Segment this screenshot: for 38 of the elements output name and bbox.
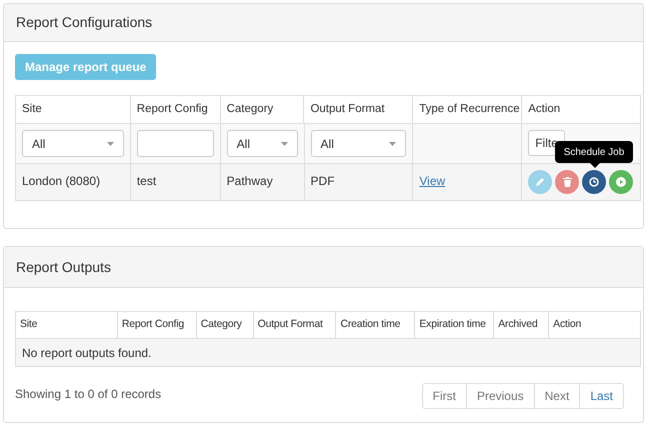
empty-message: No report outputs found. — [22, 344, 152, 362]
column-header: Category — [196, 312, 253, 338]
column-header: Site — [21, 102, 43, 117]
table-cell: Pathway — [220, 164, 304, 200]
filter-dropdown[interactable]: All — [226, 130, 298, 157]
column-header: Action — [521, 96, 640, 123]
column-header: Output Format — [303, 96, 412, 123]
table-cell: PDF — [304, 164, 412, 200]
column-header: Expiration time — [414, 312, 494, 338]
column-header: Archived — [493, 312, 548, 338]
records-summary: Showing 1 to 0 of 0 records — [15, 386, 162, 403]
caret-icon — [280, 142, 288, 146]
filter-dropdown[interactable]: All — [22, 130, 124, 157]
schedule-button[interactable] — [582, 170, 606, 194]
column-header: Site — [19, 317, 38, 332]
pagination-button[interactable]: Last — [579, 384, 623, 408]
view-link[interactable]: View — [419, 174, 446, 188]
clock-icon — [589, 177, 600, 187]
table-cell-text: London (8080) — [21, 173, 102, 190]
caret-icon — [389, 142, 396, 146]
table-cell: test — [130, 164, 220, 200]
column-header: Category — [220, 96, 304, 123]
column-header: Report Config — [130, 96, 220, 123]
trash-icon — [562, 177, 572, 187]
pencil-icon — [535, 177, 546, 187]
edit-button[interactable] — [528, 170, 552, 194]
caret-icon — [106, 142, 114, 146]
play-icon — [616, 177, 626, 187]
tooltip: Schedule Job — [555, 141, 633, 163]
filter-input[interactable] — [136, 130, 214, 157]
column-header: Creation time — [335, 312, 414, 338]
column-header: Action — [548, 312, 640, 338]
column-header: Output Format — [252, 312, 336, 338]
panel-title: Report Configurations — [16, 13, 152, 32]
column-header: Report Config — [116, 312, 196, 338]
panel-title: Report Outputs — [16, 258, 111, 277]
filter-dropdown[interactable]: All — [310, 130, 406, 157]
column-header: Type of Recurrence — [412, 96, 522, 123]
